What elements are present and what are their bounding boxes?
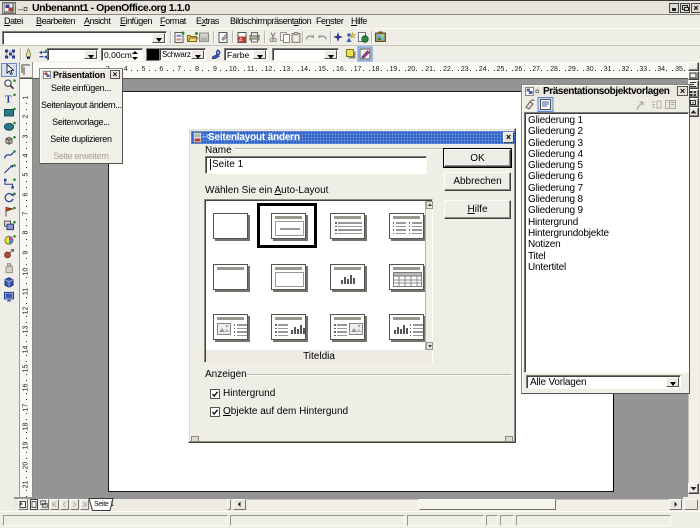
svg-text:T: T: [5, 94, 12, 105]
